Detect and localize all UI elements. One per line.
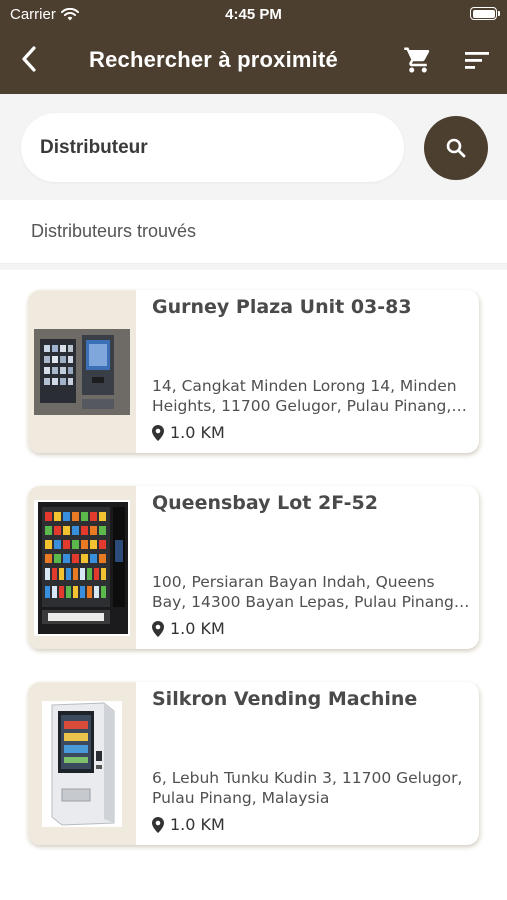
battery-icon	[470, 7, 500, 20]
machine-card[interactable]: Queensbay Lot 2F-52 100, Persiaran Bayan…	[28, 486, 479, 649]
top-bar: Carrier 4:45 PM Rechercher à proximité	[0, 0, 507, 94]
search-input[interactable]: Distributeur	[21, 113, 404, 182]
sort-button[interactable]	[463, 47, 491, 73]
machine-thumbnail	[28, 290, 136, 453]
machine-info: Queensbay Lot 2F-52 100, Persiaran Bayan…	[152, 486, 472, 649]
sort-icon	[465, 52, 489, 69]
machine-distance: 1.0 KM	[152, 815, 225, 834]
status-time: 4:45 PM	[225, 6, 282, 23]
machine-address: 100, Persiaran Bayan Indah, Queens Bay, …	[152, 573, 459, 611]
machine-list: Gurney Plaza Unit 03-83 14, Cangkat Mind…	[0, 264, 507, 900]
vending-machine-image	[42, 700, 122, 827]
back-button[interactable]	[14, 44, 44, 74]
vending-machine-image	[34, 328, 130, 415]
cart-button[interactable]	[402, 45, 434, 75]
machine-name: Silkron Vending Machine	[152, 688, 418, 710]
machine-thumbnail	[28, 486, 136, 649]
results-label: Distributeurs trouvés	[31, 221, 197, 241]
results-header: Distributeurs trouvés	[0, 202, 507, 264]
location-pin-icon	[152, 620, 164, 637]
location-pin-icon	[152, 424, 164, 441]
distance-value: 1.0 KM	[170, 619, 225, 638]
machine-name: Gurney Plaza Unit 03-83	[152, 296, 412, 318]
location-pin-icon	[152, 816, 164, 833]
machine-distance: 1.0 KM	[152, 619, 225, 638]
status-bar: Carrier 4:45 PM	[0, 0, 507, 28]
machine-address: 6, Lebuh Tunku Kudin 3, 11700 Gelugor, P…	[152, 769, 463, 807]
distance-value: 1.0 KM	[170, 423, 225, 442]
page-title: Rechercher à proximité	[89, 47, 338, 72]
distance-value: 1.0 KM	[170, 815, 225, 834]
machine-thumbnail	[28, 682, 136, 845]
machine-card[interactable]: Silkron Vending Machine 6, Lebuh Tunku K…	[28, 682, 479, 845]
machine-name: Queensbay Lot 2F-52	[152, 492, 378, 514]
cart-icon	[404, 47, 430, 73]
machine-info: Gurney Plaza Unit 03-83 14, Cangkat Mind…	[152, 290, 472, 453]
chevron-left-icon	[22, 46, 36, 72]
machine-card[interactable]: Gurney Plaza Unit 03-83 14, Cangkat Mind…	[28, 290, 479, 453]
vending-machine-image	[34, 499, 130, 636]
search-area: Distributeur	[0, 94, 507, 200]
machine-address: 14, Cangkat Minden Lorong 14, Minden Hei…	[152, 377, 457, 415]
machine-info: Silkron Vending Machine 6, Lebuh Tunku K…	[152, 682, 472, 845]
machine-distance: 1.0 KM	[152, 423, 225, 442]
search-icon	[446, 138, 466, 158]
search-button[interactable]	[424, 116, 488, 180]
